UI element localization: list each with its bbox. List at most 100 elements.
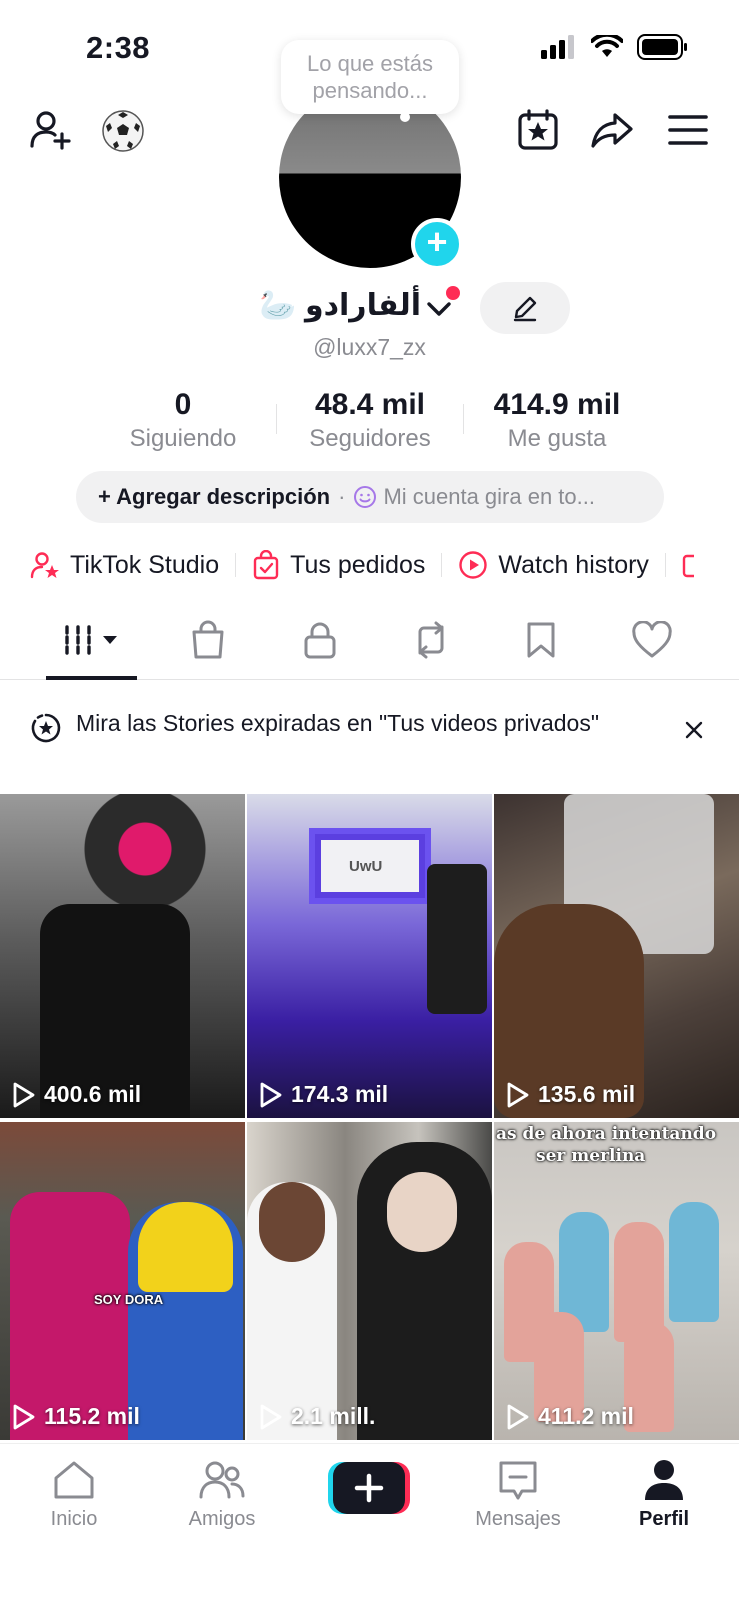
- grid-icon: [65, 625, 117, 655]
- add-story-button[interactable]: +: [411, 218, 463, 270]
- tab-private[interactable]: [290, 618, 350, 662]
- tab-videos[interactable]: [62, 618, 124, 662]
- add-friend-button[interactable]: [26, 106, 74, 154]
- watch-history-link[interactable]: Watch history: [458, 550, 649, 580]
- bottom-nav: Inicio Amigos Mensajes Perfil: [0, 1443, 739, 1600]
- profile-handle: @luxx7_zx: [313, 334, 426, 360]
- tiktok-studio-link[interactable]: TikTok Studio: [30, 550, 219, 580]
- bubble-text-line1: Lo que estás: [307, 51, 433, 76]
- video-thumbnail[interactable]: SOY DORA 115.2 mil: [0, 1122, 245, 1440]
- content-tabs: [0, 604, 739, 680]
- bag-check-icon: [253, 550, 279, 580]
- play-circle-icon: [459, 551, 488, 579]
- tab-saved[interactable]: [511, 618, 571, 662]
- repost-icon: [418, 621, 444, 659]
- view-count-text: 2.1 mill.: [291, 1403, 376, 1429]
- hamburger-menu-icon: [668, 115, 708, 145]
- nav-label: Mensajes: [475, 1508, 561, 1530]
- message-icon: [499, 1461, 537, 1500]
- nav-friends[interactable]: Amigos: [162, 1456, 282, 1531]
- video-thumbnail[interactable]: as de ahora intentando ser merlina 411.2…: [494, 1122, 739, 1440]
- shopping-bag-icon: [192, 620, 224, 659]
- view-count: 174.3 mil: [259, 1081, 388, 1108]
- notification-dot: [446, 286, 460, 300]
- tab-liked[interactable]: [622, 618, 682, 662]
- view-count-text: 400.6 mil: [44, 1081, 142, 1107]
- play-outline-icon: [260, 1082, 282, 1107]
- profile-name-row: ألفارادو 🦢: [0, 288, 739, 334]
- plus-icon: +: [426, 221, 448, 262]
- cellular-signal-icon: [541, 35, 574, 59]
- tab-shop[interactable]: [178, 618, 238, 662]
- view-count-text: 115.2 mil: [44, 1403, 140, 1429]
- nav-messages[interactable]: Mensajes: [458, 1456, 578, 1531]
- video-thumbnail[interactable]: 135.6 mil: [494, 794, 739, 1118]
- pencil-icon: [513, 296, 537, 322]
- creator-tools-row: TikTok Studio Tus pedidos Watch history: [30, 545, 694, 585]
- view-count: 400.6 mil: [12, 1081, 141, 1108]
- create-plus-icon: [328, 1462, 410, 1514]
- close-icon[interactable]: [684, 720, 704, 740]
- thumbnail-minion: [128, 1202, 243, 1440]
- profile-icon: [645, 1460, 683, 1500]
- stat-label: Seguidores: [309, 425, 431, 452]
- soccer-ball-button[interactable]: [100, 108, 146, 154]
- nav-label: Amigos: [188, 1508, 256, 1530]
- nav-home[interactable]: Inicio: [14, 1456, 134, 1531]
- profile-name: ألفارادو 🦢: [259, 289, 421, 322]
- create-button[interactable]: [328, 1462, 410, 1514]
- tab-reposts[interactable]: [401, 618, 461, 662]
- thought-bubble[interactable]: Lo que estás pensando...: [281, 40, 459, 114]
- status-icons: [541, 34, 689, 60]
- smiley-icon: [354, 486, 377, 508]
- view-count-text: 174.3 mil: [291, 1081, 389, 1107]
- friends-icon: [199, 1461, 245, 1499]
- share-profile-button[interactable]: [588, 106, 636, 154]
- description-hint: Mi cuenta gira en to...: [383, 484, 595, 509]
- bubble-tail: [400, 112, 410, 122]
- play-outline-icon: [507, 1082, 529, 1107]
- thumbnail-text-line1: as de ahora intentando: [496, 1124, 717, 1144]
- thumbnail-girl: [357, 1142, 492, 1440]
- status-time: 2:38: [86, 30, 151, 65]
- banner-text: Mira las Stories expiradas en "Tus video…: [76, 710, 599, 736]
- thumbnail-screen: UwU: [309, 828, 431, 904]
- stat-followers[interactable]: 48.4 mil Seguidores: [277, 388, 463, 458]
- orders-link[interactable]: Tus pedidos: [252, 550, 425, 580]
- video-thumbnail[interactable]: 400.6 mil: [0, 794, 245, 1118]
- calendar-star-icon: [518, 109, 558, 150]
- wifi-icon: [591, 35, 623, 57]
- person-add-icon: [30, 111, 71, 150]
- edit-profile-button[interactable]: [480, 282, 570, 334]
- view-count: 135.6 mil: [506, 1081, 635, 1108]
- tool-divider: [235, 553, 237, 577]
- play-outline-icon: [13, 1082, 35, 1107]
- view-count-text: 411.2 mil: [538, 1403, 634, 1429]
- thumbnail-text: SOY DORA: [94, 1292, 164, 1307]
- active-tab-indicator: [46, 676, 137, 680]
- video-thumbnail[interactable]: 2.1 mill.: [247, 1122, 492, 1440]
- tool-divider: [664, 553, 666, 577]
- stat-value: 48.4 mil: [314, 388, 426, 421]
- tool-label: Tus pedidos: [290, 550, 426, 579]
- separator-dot: ·: [338, 484, 346, 509]
- thumbnail-speaker: [427, 864, 487, 1014]
- partial-tool-icon[interactable]: [682, 550, 694, 580]
- lock-icon: [304, 622, 336, 659]
- calendar-star-button[interactable]: [514, 106, 562, 154]
- tool-label: TikTok Studio: [70, 550, 220, 579]
- expired-stories-banner[interactable]: Mira las Stories expiradas en "Tus video…: [0, 700, 739, 778]
- stat-likes[interactable]: 414.9 mil Me gusta: [464, 388, 650, 458]
- stat-value: 0: [174, 388, 192, 421]
- stat-following[interactable]: 0 Siguiendo: [90, 388, 276, 458]
- menu-button[interactable]: [664, 106, 712, 154]
- battery-icon: [637, 34, 687, 60]
- add-description-button[interactable]: + Agregar descripción · Mi cuenta gira e…: [76, 471, 664, 523]
- play-outline-icon: [507, 1404, 529, 1429]
- nav-profile[interactable]: Perfil: [604, 1456, 724, 1531]
- video-thumbnail[interactable]: UwU 174.3 mil: [247, 794, 492, 1118]
- story-plus-icon: [31, 713, 61, 743]
- profile-stats: 0 Siguiendo 48.4 mil Seguidores 414.9 mi…: [90, 388, 650, 458]
- nav-label: Perfil: [638, 1508, 690, 1530]
- nav-label: Inicio: [50, 1508, 98, 1530]
